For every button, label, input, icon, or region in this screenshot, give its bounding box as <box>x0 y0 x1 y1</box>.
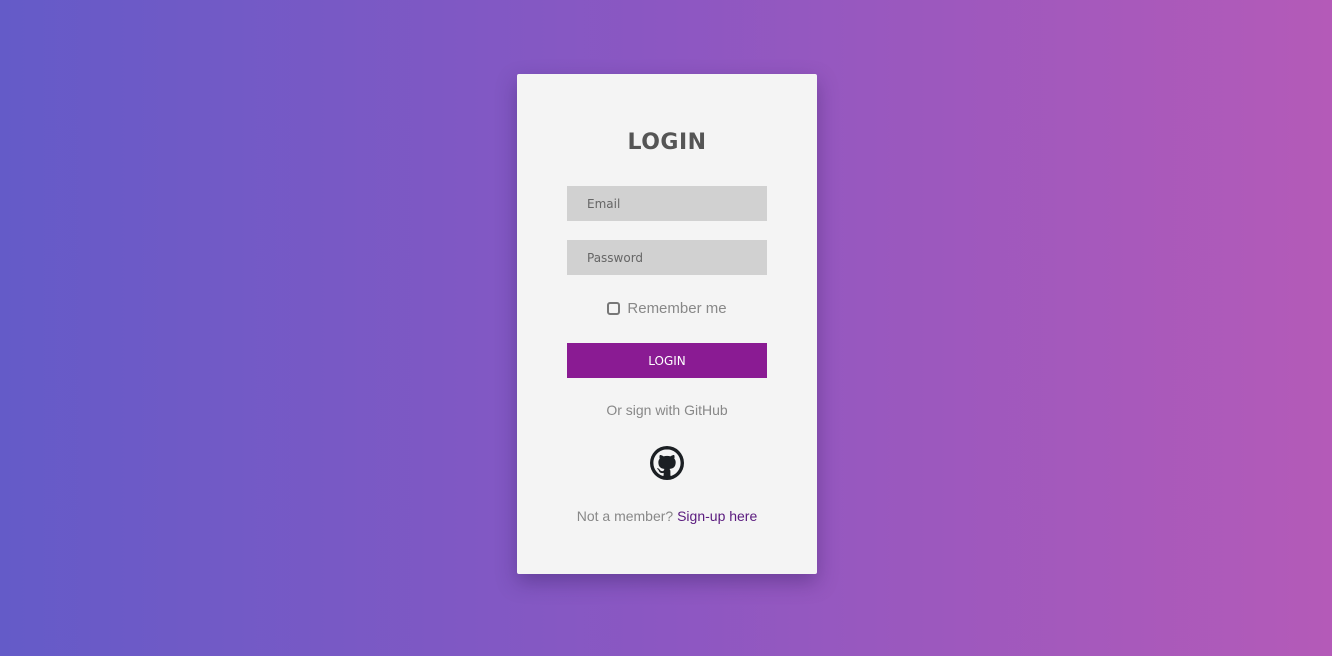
login-card: LOGIN Remember me LOGIN Or sign with Git… <box>517 74 817 574</box>
password-input[interactable] <box>567 240 767 275</box>
remember-me-checkbox[interactable] <box>607 302 621 315</box>
remember-me-row: Remember me <box>517 300 817 317</box>
not-member-text: Not a member? <box>576 508 674 524</box>
login-title: LOGIN <box>627 130 707 155</box>
alt-signin-text: Or sign with GitHub <box>606 402 728 418</box>
email-input[interactable] <box>567 186 767 221</box>
signup-row: Not a member? Sign-up here <box>517 508 817 524</box>
login-button[interactable]: LOGIN <box>567 343 767 378</box>
github-icon[interactable] <box>650 446 684 480</box>
remember-me-label[interactable]: Remember me <box>627 300 726 317</box>
signup-link[interactable]: Sign-up here <box>677 508 757 524</box>
